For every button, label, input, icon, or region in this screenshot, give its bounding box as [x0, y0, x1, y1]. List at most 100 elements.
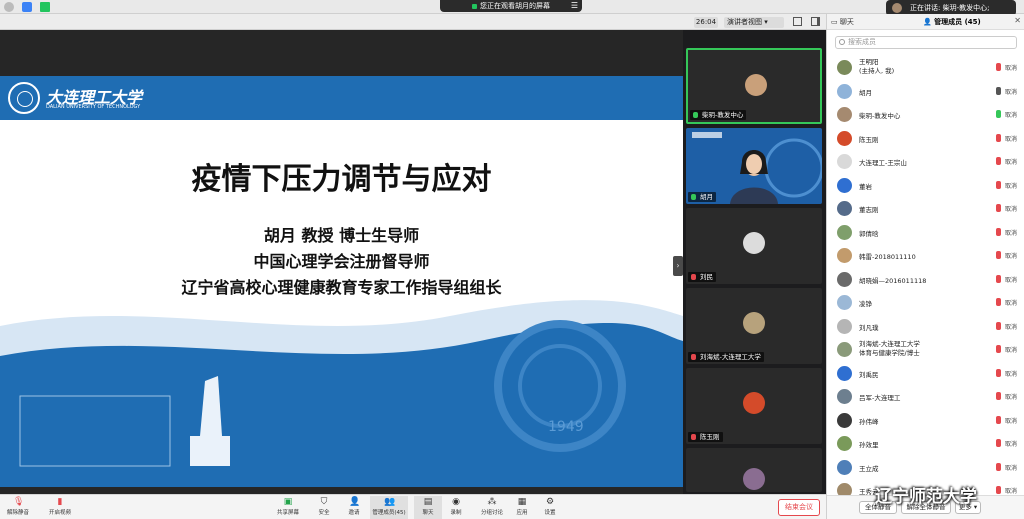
slide-title: 疫情下压力调节与应对: [191, 162, 492, 197]
participant-action[interactable]: 取消: [1005, 298, 1017, 307]
participant-row[interactable]: 胡月 取消: [827, 80, 1024, 104]
mic-off-icon[interactable]: [996, 204, 1001, 212]
participant-row[interactable]: 凌铮 取消: [827, 291, 1024, 315]
participant-name: 大连理工-王宗山: [859, 159, 907, 167]
participant-action[interactable]: 取消: [1005, 134, 1017, 143]
share-screen-button[interactable]: ▣ 共享屏幕: [274, 496, 302, 519]
mic-off-icon[interactable]: [996, 133, 1001, 142]
participant-row[interactable]: 董志刚 取消: [827, 197, 1024, 221]
mic-off-icon[interactable]: [996, 368, 1001, 377]
participant-row[interactable]: 陈玉刚 取消: [827, 127, 1024, 151]
shield-icon: ⛉: [320, 497, 328, 507]
participant-action[interactable]: 取消: [1005, 275, 1017, 284]
mic-off-icon[interactable]: [996, 345, 1001, 353]
participant-row[interactable]: 柴玥-教发中心 取消: [827, 103, 1024, 127]
participant-action[interactable]: 取消: [1005, 251, 1017, 260]
video-tile[interactable]: 陈玉刚: [686, 368, 822, 444]
mic-off-icon[interactable]: [996, 462, 1001, 471]
share-banner[interactable]: 您正在观看胡月的屏幕 ☰: [440, 0, 582, 12]
participant-row[interactable]: 刘凡璞 取消: [827, 315, 1024, 339]
view-bar: 26:04 演讲者视图 ▾: [0, 14, 826, 30]
breakout-button[interactable]: ⁂ 分组讨论: [478, 496, 506, 519]
participant-action[interactable]: 取消: [1005, 439, 1017, 448]
participant-name: 董志刚: [859, 206, 879, 214]
signal-icon[interactable]: [40, 2, 50, 12]
slide-line-1: 胡月 教授 博士生导师: [263, 226, 420, 245]
participant-action[interactable]: 取消: [1005, 345, 1017, 354]
participant-action[interactable]: 取消: [1005, 181, 1017, 190]
participant-action[interactable]: 取消: [1005, 322, 1017, 331]
panel-toggle-icon[interactable]: [811, 17, 820, 26]
video-button[interactable]: ▮ 开启视频: [46, 496, 74, 519]
mic-off-icon[interactable]: [996, 274, 1001, 283]
participant-row[interactable]: 董岩 取消: [827, 174, 1024, 198]
mic-off-icon[interactable]: [996, 392, 1001, 400]
participant-row[interactable]: 吕军-大连理工 取消: [827, 385, 1024, 409]
chat-icon: ▤: [423, 497, 433, 507]
menu-icon[interactable]: ☰: [571, 0, 578, 12]
video-tile[interactable]: 刘海斌-大连理工大学: [686, 288, 822, 364]
participant-action[interactable]: 取消: [1005, 228, 1017, 237]
mic-off-icon[interactable]: [996, 415, 1001, 424]
participant-action[interactable]: 取消: [1005, 369, 1017, 378]
participant-row[interactable]: 胡晓娟—2016011118 取消: [827, 268, 1024, 292]
participant-list: 王明阳 (主持人, 我) 取消 胡月 取消 柴玥-教发中心 取消 陈玉刚 取消 大连理工-王宗山取…: [827, 56, 1024, 503]
mic-off-icon[interactable]: [996, 321, 1001, 330]
participant-action[interactable]: 取消: [1005, 110, 1017, 119]
participant-action[interactable]: 取消: [1005, 157, 1017, 166]
end-meeting-button[interactable]: 结束会议: [778, 499, 820, 516]
participant-action[interactable]: 取消: [1005, 63, 1017, 72]
mic-off-icon[interactable]: [996, 251, 1001, 259]
participant-action[interactable]: 取消: [1005, 392, 1017, 401]
shield-icon[interactable]: [22, 2, 32, 12]
mic-off-icon[interactable]: [996, 63, 1001, 71]
participant-row[interactable]: 孙效里 取消: [827, 432, 1024, 456]
mic-off-icon[interactable]: [996, 227, 1001, 236]
participant-row[interactable]: 韩雷-2018011110 取消: [827, 244, 1024, 268]
strip-collapse-handle[interactable]: ›: [673, 256, 683, 276]
fullscreen-icon[interactable]: [793, 17, 802, 26]
info-icon[interactable]: [4, 2, 14, 12]
camera-off-icon: ▮: [57, 497, 63, 507]
participant-row[interactable]: 刘禹民 取消: [827, 362, 1024, 386]
member-search-input[interactable]: 搜索成员: [835, 36, 1017, 49]
participant-action[interactable]: 取消: [1005, 87, 1017, 96]
participant-action[interactable]: 取消: [1005, 204, 1017, 213]
participant-row[interactable]: 大连理工-王宗山 取消: [827, 150, 1024, 174]
mic-off-icon[interactable]: [996, 486, 1001, 494]
participant-row[interactable]: 郭倩晗 取消: [827, 221, 1024, 245]
tab-chat[interactable]: ▭ 聊天: [831, 17, 854, 27]
settings-button[interactable]: ⚙ 设置: [536, 496, 564, 519]
participant-row[interactable]: 王明阳 (主持人, 我) 取消: [827, 56, 1024, 80]
record-button[interactable]: ◉ 录制: [442, 496, 470, 519]
participant-action[interactable]: 取消: [1005, 486, 1017, 495]
speaker-avatar: [892, 3, 902, 13]
screen-share-icon: [472, 3, 477, 9]
security-button[interactable]: ⛉ 安全: [310, 496, 338, 519]
video-tile[interactable]: 刘民: [686, 208, 822, 284]
participant-action[interactable]: 取消: [1005, 416, 1017, 425]
video-tile[interactable]: 胡月: [686, 128, 822, 204]
mic-off-icon[interactable]: [996, 439, 1001, 447]
close-icon[interactable]: ✕: [1014, 16, 1021, 25]
participant-row[interactable]: 刘海斌-大连理工大学 体育与健康学院/博士 取消: [827, 338, 1024, 362]
mic-off-icon[interactable]: [996, 86, 1001, 95]
members-button[interactable]: 👥 管理成员(45): [370, 496, 408, 519]
mic-off-icon[interactable]: [996, 180, 1001, 189]
participant-row[interactable]: 王立成 取消: [827, 456, 1024, 480]
video-tile[interactable]: [686, 448, 822, 492]
apps-button[interactable]: ▦ 应用: [508, 496, 536, 519]
chat-button[interactable]: ▤ 聊天: [414, 496, 442, 519]
video-tile[interactable]: 柴玥-教发中心: [686, 48, 822, 124]
tab-members[interactable]: 👤 管理成员 (45): [923, 17, 981, 27]
view-mode-button[interactable]: 演讲者视图 ▾: [724, 17, 784, 28]
mic-off-icon[interactable]: [996, 298, 1001, 306]
mic-off-icon[interactable]: [996, 157, 1001, 165]
mic-on-icon[interactable]: [996, 110, 1001, 118]
invite-button[interactable]: 👤 邀请: [340, 496, 368, 519]
avatar: [837, 83, 852, 99]
avatar: [837, 154, 852, 169]
participant-row[interactable]: 孙伟峰 取消: [827, 409, 1024, 433]
participant-action[interactable]: 取消: [1005, 463, 1017, 472]
mute-button[interactable]: 🎙 解除静音: [4, 496, 32, 519]
